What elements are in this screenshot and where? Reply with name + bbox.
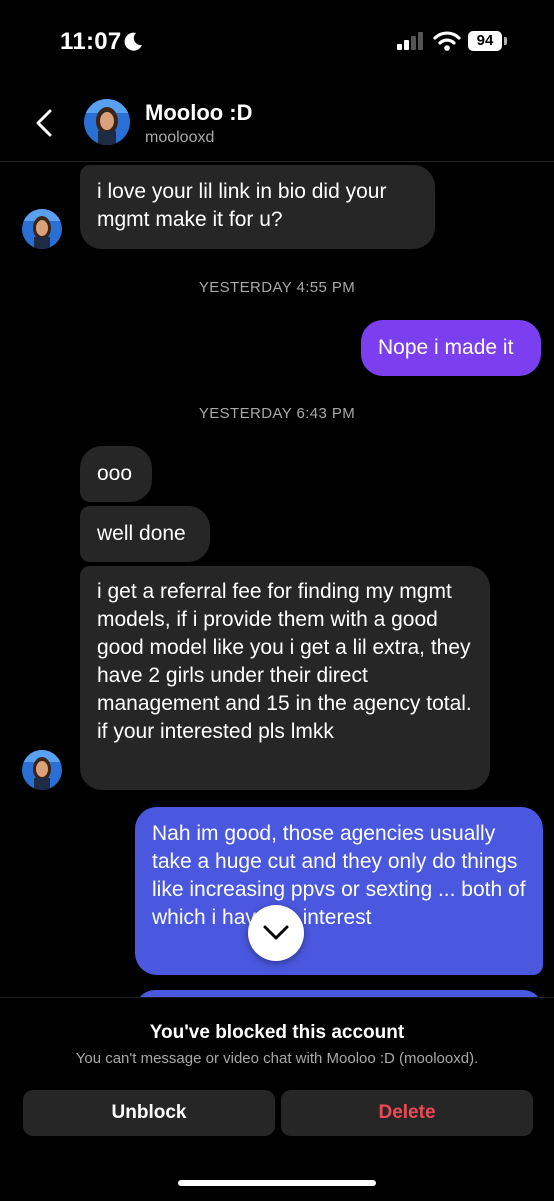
home-indicator bbox=[178, 1180, 376, 1186]
chevron-down-icon bbox=[263, 925, 289, 940]
blocked-subtitle: You can't message or video chat with Moo… bbox=[75, 1050, 479, 1067]
blocked-title: You've blocked this account bbox=[149, 1022, 405, 1043]
message-incoming[interactable]: ooo bbox=[80, 446, 152, 502]
moon-icon bbox=[121, 30, 145, 54]
message-incoming[interactable]: well done bbox=[80, 506, 210, 562]
avatar[interactable] bbox=[22, 209, 62, 249]
contact-handle: moolooxd bbox=[145, 129, 215, 146]
signal-icon bbox=[397, 32, 425, 55]
avatar[interactable] bbox=[84, 99, 130, 145]
scroll-to-bottom-button[interactable] bbox=[248, 905, 304, 961]
battery-indicator: 94 bbox=[468, 31, 502, 51]
delete-button[interactable]: Delete bbox=[281, 1090, 533, 1136]
status-time: 11:07 bbox=[60, 28, 122, 55]
message-outgoing[interactable]: Nah im good, those agencies usually take… bbox=[135, 807, 543, 975]
contact-name[interactable]: Mooloo :D bbox=[145, 100, 253, 126]
battery-cap bbox=[504, 37, 507, 45]
unblock-button[interactable]: Unblock bbox=[23, 1090, 275, 1136]
message-incoming[interactable]: i love your lil link in bio did your mgm… bbox=[80, 165, 435, 249]
chat-header: Mooloo :D moolooxd bbox=[0, 85, 554, 162]
avatar[interactable] bbox=[22, 750, 62, 790]
message-outgoing[interactable]: Nope i made it bbox=[361, 320, 541, 376]
message-incoming[interactable]: i get a referral fee for finding my mgmt… bbox=[80, 566, 490, 790]
wifi-icon bbox=[433, 30, 461, 57]
blocked-footer: You've blocked this account You can't me… bbox=[0, 997, 554, 1201]
back-chevron-icon[interactable] bbox=[30, 103, 60, 143]
status-bar: 11:07 94 bbox=[0, 0, 554, 80]
timestamp: YESTERDAY 6:43 PM bbox=[198, 405, 356, 422]
timestamp: YESTERDAY 4:55 PM bbox=[198, 279, 356, 296]
